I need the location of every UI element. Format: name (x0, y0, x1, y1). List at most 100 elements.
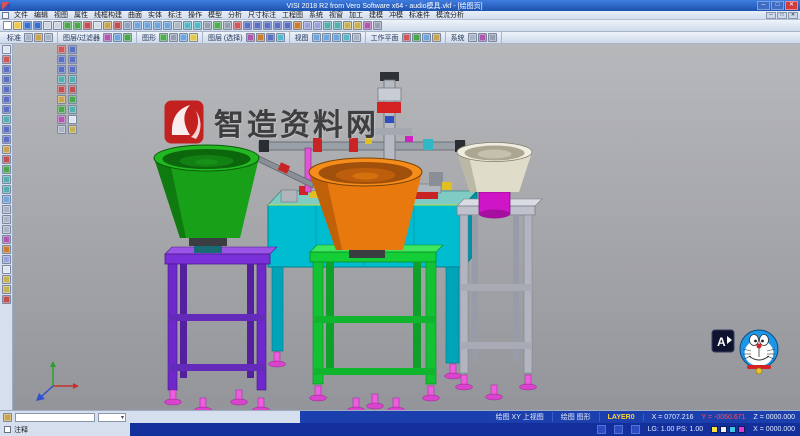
offset-tool-icon[interactable] (2, 145, 11, 154)
menu-item[interactable]: 工程图 (279, 10, 306, 20)
menu-item[interactable]: 标准件 (406, 10, 433, 20)
wf-point-icon[interactable] (57, 45, 66, 54)
circle-tool-icon[interactable] (2, 85, 11, 94)
select-layer-icon[interactable] (246, 33, 255, 42)
zoom-fit-icon[interactable] (163, 21, 172, 30)
calculator-icon[interactable] (468, 33, 477, 42)
text-tool-icon[interactable] (2, 265, 11, 274)
menu-item[interactable]: 尺寸标注 (245, 10, 279, 20)
measure-tool-icon[interactable] (2, 285, 11, 294)
workplane-align-icon[interactable] (422, 33, 431, 42)
wireframe-mode-icon[interactable] (169, 33, 178, 42)
line-tool-icon[interactable] (2, 65, 11, 74)
scale-tool-icon[interactable] (2, 225, 11, 234)
shaded-icon[interactable] (213, 21, 222, 30)
select-icon[interactable] (123, 21, 132, 30)
solid-tool-icon[interactable] (2, 255, 11, 264)
snap-settings-icon[interactable] (3, 413, 12, 422)
menu-item[interactable]: 分析 (225, 10, 245, 20)
rectangle-icon[interactable] (273, 21, 282, 30)
trim-tool-icon[interactable] (2, 155, 11, 164)
options-icon[interactable] (373, 21, 382, 30)
wf-perpendicular-icon[interactable] (68, 55, 77, 64)
line-icon[interactable] (243, 21, 252, 30)
status-color-chip[interactable] (738, 426, 745, 433)
shaded-mode-icon[interactable] (159, 33, 168, 42)
zoom-window-icon[interactable] (153, 21, 162, 30)
settings-icon[interactable] (488, 33, 497, 42)
snap-toggle-icon[interactable] (34, 33, 43, 42)
dimension-tool-icon[interactable] (2, 275, 11, 284)
3d-scene-canvas[interactable]: A (13, 44, 800, 410)
zoom-out-icon[interactable] (143, 21, 152, 30)
measure-icon[interactable] (343, 21, 352, 30)
wf-text-icon[interactable] (68, 115, 77, 124)
pan-icon[interactable] (173, 21, 182, 30)
rotate-view-icon[interactable] (183, 21, 192, 30)
arc-icon[interactable] (263, 21, 272, 30)
menu-item[interactable]: 加工 (346, 10, 366, 20)
lighting-icon[interactable] (189, 33, 198, 42)
status-color-chip[interactable] (729, 426, 736, 433)
transparency-icon[interactable] (179, 33, 188, 42)
wf-curve-icon[interactable] (68, 105, 77, 114)
grid-status-icon[interactable] (597, 425, 606, 434)
status-color-chip[interactable] (711, 426, 718, 433)
wf-offset-icon[interactable] (57, 95, 66, 104)
new-icon[interactable] (3, 21, 12, 30)
minimize-button[interactable]: ─ (757, 1, 770, 10)
ortho-toggle-icon[interactable] (44, 33, 53, 42)
mdi-restore-button[interactable]: □ (777, 12, 787, 19)
extend-tool-icon[interactable] (2, 165, 11, 174)
wf-line-icon[interactable] (68, 45, 77, 54)
solid-icon[interactable] (303, 21, 312, 30)
spline-tool-icon[interactable] (2, 115, 11, 124)
menu-item[interactable]: 冲模 (386, 10, 406, 20)
mirror-tool-icon[interactable] (2, 195, 11, 204)
rotate-tool-icon[interactable] (2, 215, 11, 224)
erase-tool-icon[interactable] (2, 295, 11, 304)
pick-body-icon[interactable] (276, 33, 285, 42)
hidden-line-icon[interactable] (223, 21, 232, 30)
iso-view-icon[interactable] (193, 21, 202, 30)
menu-item[interactable]: 实体 (145, 10, 165, 20)
menu-item[interactable]: 文件 (11, 10, 31, 20)
menu-item[interactable]: 标注 (165, 10, 185, 20)
paste-icon[interactable] (103, 21, 112, 30)
workplane-origin-icon[interactable] (412, 33, 421, 42)
filter-select[interactable]: ▾ (98, 413, 126, 422)
pick-face-icon[interactable] (256, 33, 265, 42)
annotate-checkbox[interactable] (4, 426, 11, 433)
grid-toggle-icon[interactable] (24, 33, 33, 42)
polyline-tool-icon[interactable] (2, 75, 11, 84)
wf-transform-icon[interactable] (57, 125, 66, 134)
wf-project-icon[interactable] (68, 95, 77, 104)
delete-icon[interactable] (113, 21, 122, 30)
arc-tool-icon[interactable] (2, 95, 11, 104)
view-front-icon[interactable] (322, 33, 331, 42)
wf-arc-icon[interactable] (68, 65, 77, 74)
menu-item[interactable]: 建模 (366, 10, 386, 20)
rectangle-tool-icon[interactable] (2, 125, 11, 134)
view-side-icon[interactable] (332, 33, 341, 42)
pick-edge-icon[interactable] (266, 33, 275, 42)
menu-item[interactable]: 曲面 (125, 10, 145, 20)
isolate-icon[interactable] (123, 33, 132, 42)
polygon-tool-icon[interactable] (2, 135, 11, 144)
surface-tool-icon[interactable] (2, 245, 11, 254)
menu-item[interactable]: 系统 (306, 10, 326, 20)
wf-fillet-icon[interactable] (57, 75, 66, 84)
cut-icon[interactable] (83, 21, 92, 30)
mdi-minimize-button[interactable]: ─ (766, 12, 776, 19)
wf-trim-icon[interactable] (57, 85, 66, 94)
surface-icon[interactable] (293, 21, 302, 30)
wf-chamfer-icon[interactable] (68, 75, 77, 84)
wf-parallel-icon[interactable] (57, 55, 66, 64)
status-color-chip[interactable] (720, 426, 727, 433)
workplane-rotate-icon[interactable] (432, 33, 441, 42)
chamfer-icon[interactable] (333, 21, 342, 30)
fillet-icon[interactable] (323, 21, 332, 30)
view-iso-icon[interactable] (342, 33, 351, 42)
wf-circle-icon[interactable] (57, 65, 66, 74)
view-previous-icon[interactable] (352, 33, 361, 42)
